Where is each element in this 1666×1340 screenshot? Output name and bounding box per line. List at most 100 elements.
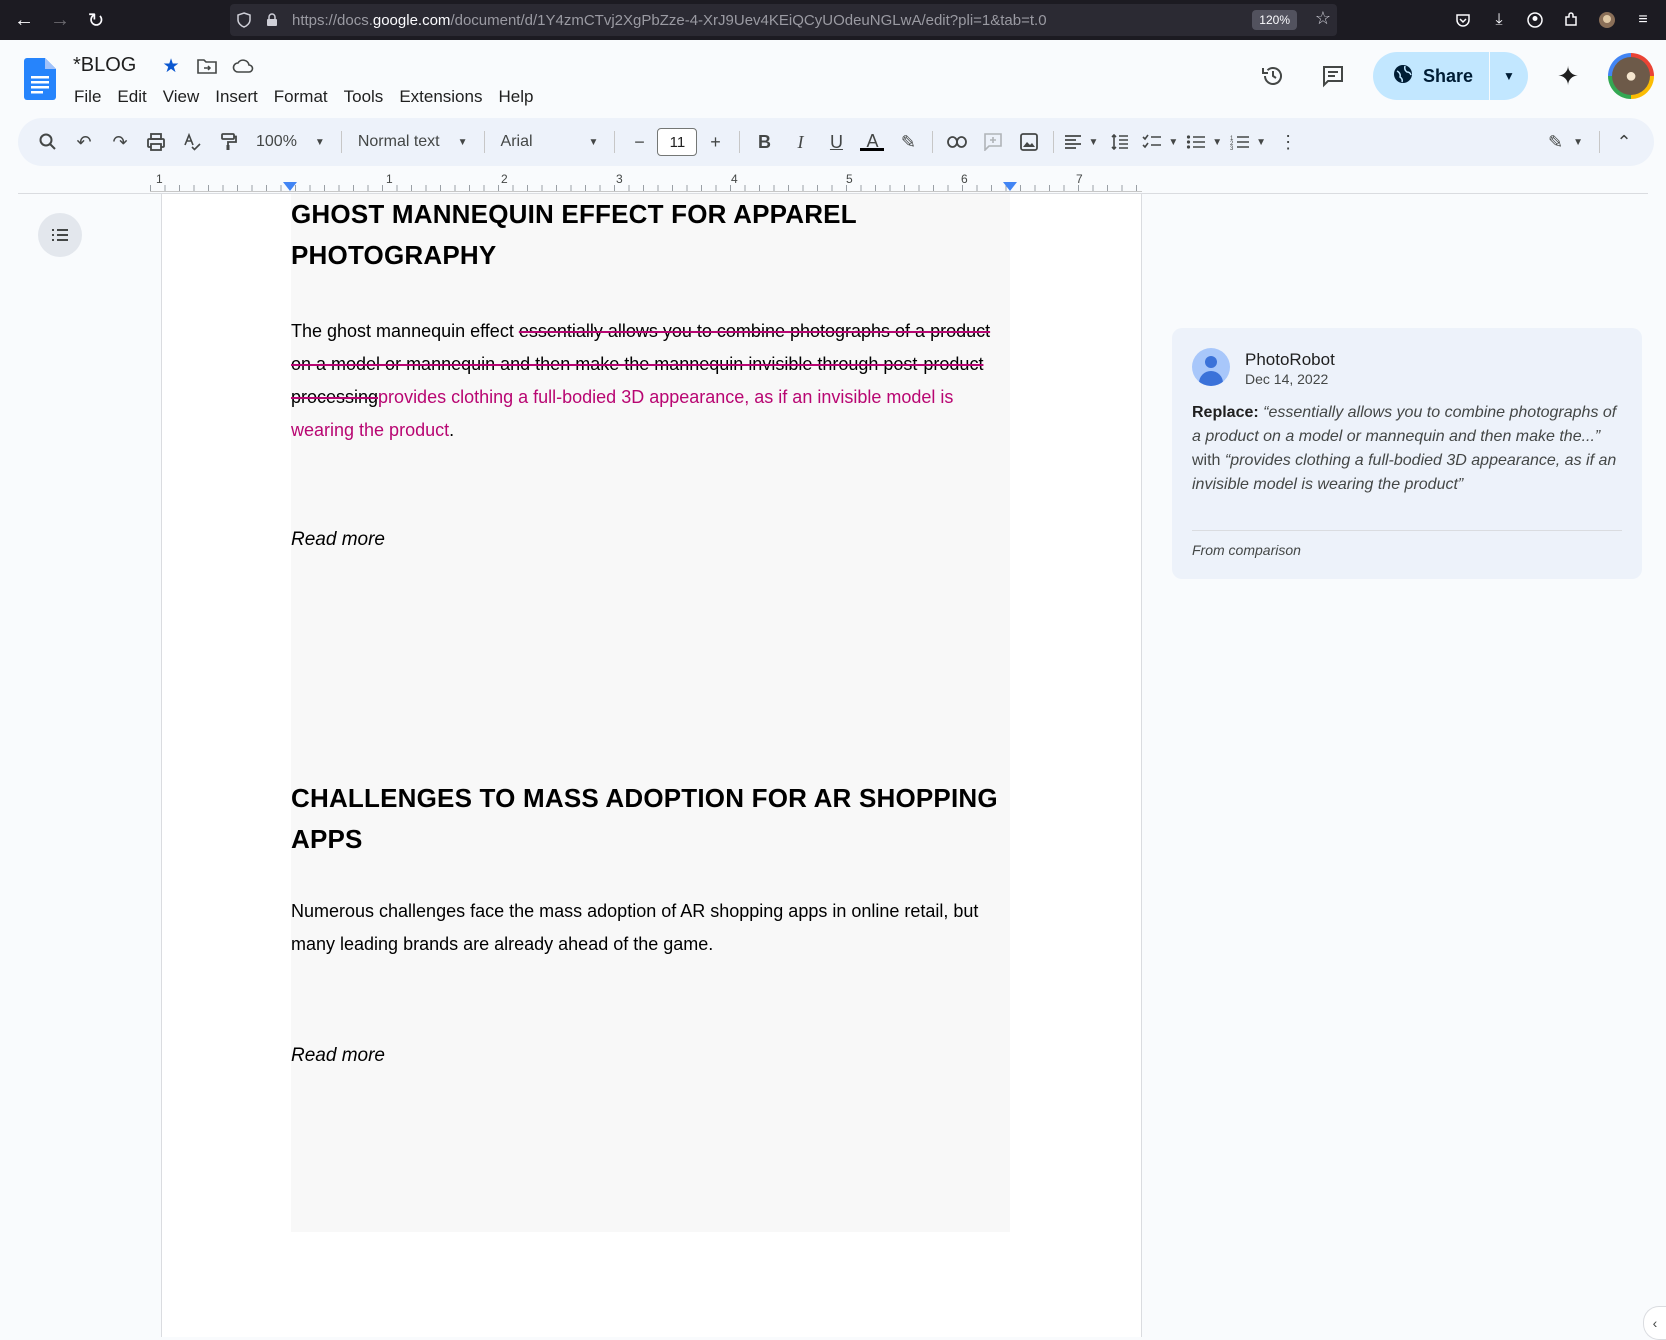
checklist-icon[interactable]: ▼ (1138, 126, 1182, 158)
ruler-number: 7 (1076, 172, 1083, 186)
side-panel-toggle-icon[interactable]: ‹ (1643, 1306, 1666, 1340)
caret-down-icon: ▼ (1088, 136, 1099, 148)
redo-icon[interactable]: ↷ (102, 126, 138, 158)
bookmark-star-icon[interactable]: ☆ (1315, 8, 1331, 29)
document-body[interactable]: GHOST MANNEQUIN EFFECT FOR APPAREL PHOTO… (291, 194, 1010, 1067)
toolbar-divider (1053, 131, 1055, 153)
decrease-font-size-icon[interactable]: − (621, 126, 657, 158)
spellcheck-icon[interactable] (174, 126, 210, 158)
cloud-saved-icon[interactable] (232, 55, 254, 77)
toolbar-divider (614, 131, 616, 153)
url-bar[interactable]: https://docs.google.com/document/d/1Y4zm… (230, 4, 1337, 36)
menu-insert[interactable]: Insert (207, 84, 266, 110)
highlight-icon[interactable]: ✎ (890, 126, 926, 158)
numbered-list-icon[interactable]: 123 ▼ (1226, 126, 1270, 158)
paint-format-icon[interactable] (210, 126, 246, 158)
font-size-input[interactable]: 11 (657, 128, 698, 156)
toolbar-divider (932, 131, 934, 153)
italic-icon[interactable]: I (782, 126, 818, 158)
docs-header: *BLOG ★ File Edit View Insert Format Too… (0, 40, 1666, 118)
comments-icon[interactable] (1313, 56, 1353, 96)
menu-file[interactable]: File (66, 84, 109, 110)
profile-icon[interactable] (1592, 5, 1622, 35)
bulleted-list-icon[interactable]: ▼ (1182, 126, 1226, 158)
paragraph-text: The ghost mannequin effect (291, 321, 519, 341)
align-icon[interactable]: ▼ (1060, 126, 1102, 158)
search-icon[interactable] (30, 126, 66, 158)
document-outline-icon[interactable] (38, 213, 82, 257)
right-indent-marker[interactable] (1003, 182, 1017, 191)
star-icon[interactable]: ★ (160, 55, 182, 77)
account-avatar[interactable]: ● (1608, 53, 1654, 99)
formatting-toolbar: ↶ ↷ 100% ▼ Normal text ▼ Arial ▼ − 11 + B I… (18, 118, 1654, 166)
caret-down-icon: ▼ (314, 136, 325, 148)
read-more-link[interactable]: Read more (291, 529, 1010, 551)
menu-icon[interactable]: ≡ (1628, 5, 1658, 35)
increase-font-size-icon[interactable]: + (697, 126, 733, 158)
toolbar-divider (1599, 131, 1600, 153)
insert-image-icon[interactable] (1011, 126, 1047, 158)
back-icon[interactable]: ← (6, 2, 42, 38)
url-text: https://docs.google.com/document/d/1Y4zm… (292, 11, 1047, 29)
caret-down-icon: ▼ (1168, 136, 1179, 148)
font-select[interactable]: Arial ▼ (491, 133, 609, 151)
share-dropdown-icon[interactable]: ▼ (1489, 52, 1528, 100)
paragraph-ar-challenges: Numerous challenges face the mass adopti… (291, 901, 979, 954)
suggestion-source: From comparison (1192, 542, 1301, 558)
pocket-icon[interactable] (1448, 5, 1478, 35)
style-value: Normal text (357, 133, 440, 150)
move-folder-icon[interactable] (196, 55, 218, 77)
globe-icon (1393, 64, 1413, 89)
share-main-button[interactable]: Share (1373, 52, 1489, 100)
paragraph-text: . (449, 420, 455, 440)
zoom-select[interactable]: 100% ▼ (246, 133, 335, 151)
link-icon[interactable] (939, 126, 975, 158)
docs-logo-icon[interactable] (24, 58, 56, 100)
underline-icon[interactable]: U (818, 126, 854, 158)
horizontal-ruler[interactable]: 1 1 2 3 4 5 6 7 (150, 172, 1142, 194)
menu-format[interactable]: Format (266, 84, 336, 110)
lock-icon[interactable] (258, 13, 286, 27)
extensions-icon[interactable] (1556, 5, 1586, 35)
share-label: Share (1422, 65, 1473, 86)
read-more-link[interactable]: Read more (291, 1045, 1010, 1067)
editing-mode-icon[interactable]: ✎ ▼ (1538, 126, 1593, 158)
suggestion-card[interactable]: PhotoRobot Dec 14, 2022 Replace: “essent… (1172, 328, 1642, 579)
share-button[interactable]: Share ▼ (1372, 52, 1528, 100)
zoom-badge[interactable]: 120% (1252, 10, 1297, 30)
version-history-icon[interactable] (1253, 56, 1293, 96)
forward-icon[interactable]: → (42, 2, 78, 38)
print-icon[interactable] (138, 126, 174, 158)
paragraph-ghost-mannequin: The ghost mannequin effect essentially a… (291, 315, 1010, 447)
collapse-menus-icon[interactable]: ⌃ (1606, 126, 1642, 158)
menu-help[interactable]: Help (490, 84, 541, 110)
reload-icon[interactable]: ↻ (78, 2, 114, 38)
card-divider (1192, 530, 1622, 531)
left-indent-marker[interactable] (283, 182, 297, 191)
ruler-number: 1 (386, 172, 393, 186)
account-icon[interactable] (1520, 5, 1550, 35)
text-color-swatch (860, 147, 885, 151)
document-title[interactable]: *BLOG (73, 54, 136, 77)
suggested-insertion[interactable]: provides clothing a full-bodied 3D appea… (291, 387, 953, 440)
svg-text:3: 3 (1230, 146, 1234, 150)
style-select[interactable]: Normal text ▼ (348, 133, 478, 151)
menu-bar: File Edit View Insert Format Tools Exten… (66, 84, 541, 110)
line-spacing-icon[interactable] (1102, 126, 1138, 158)
download-icon[interactable]: ⤓ (1484, 5, 1514, 35)
toolbar-divider (739, 131, 741, 153)
menu-extensions[interactable]: Extensions (391, 84, 490, 110)
menu-tools[interactable]: Tools (336, 84, 392, 110)
menu-edit[interactable]: Edit (109, 84, 154, 110)
menu-view[interactable]: View (155, 84, 208, 110)
more-options-icon[interactable]: ⋮ (1270, 126, 1306, 158)
gemini-icon[interactable]: ✦ (1548, 56, 1588, 96)
toolbar-divider (340, 131, 342, 153)
add-comment-icon[interactable] (975, 126, 1011, 158)
undo-icon[interactable]: ↶ (66, 126, 102, 158)
bold-icon[interactable]: B (746, 126, 782, 158)
text-color-icon[interactable]: A (854, 126, 890, 158)
shield-icon[interactable] (230, 12, 258, 28)
ruler-number: 4 (731, 172, 738, 186)
ruler-number: 1 (156, 172, 163, 186)
